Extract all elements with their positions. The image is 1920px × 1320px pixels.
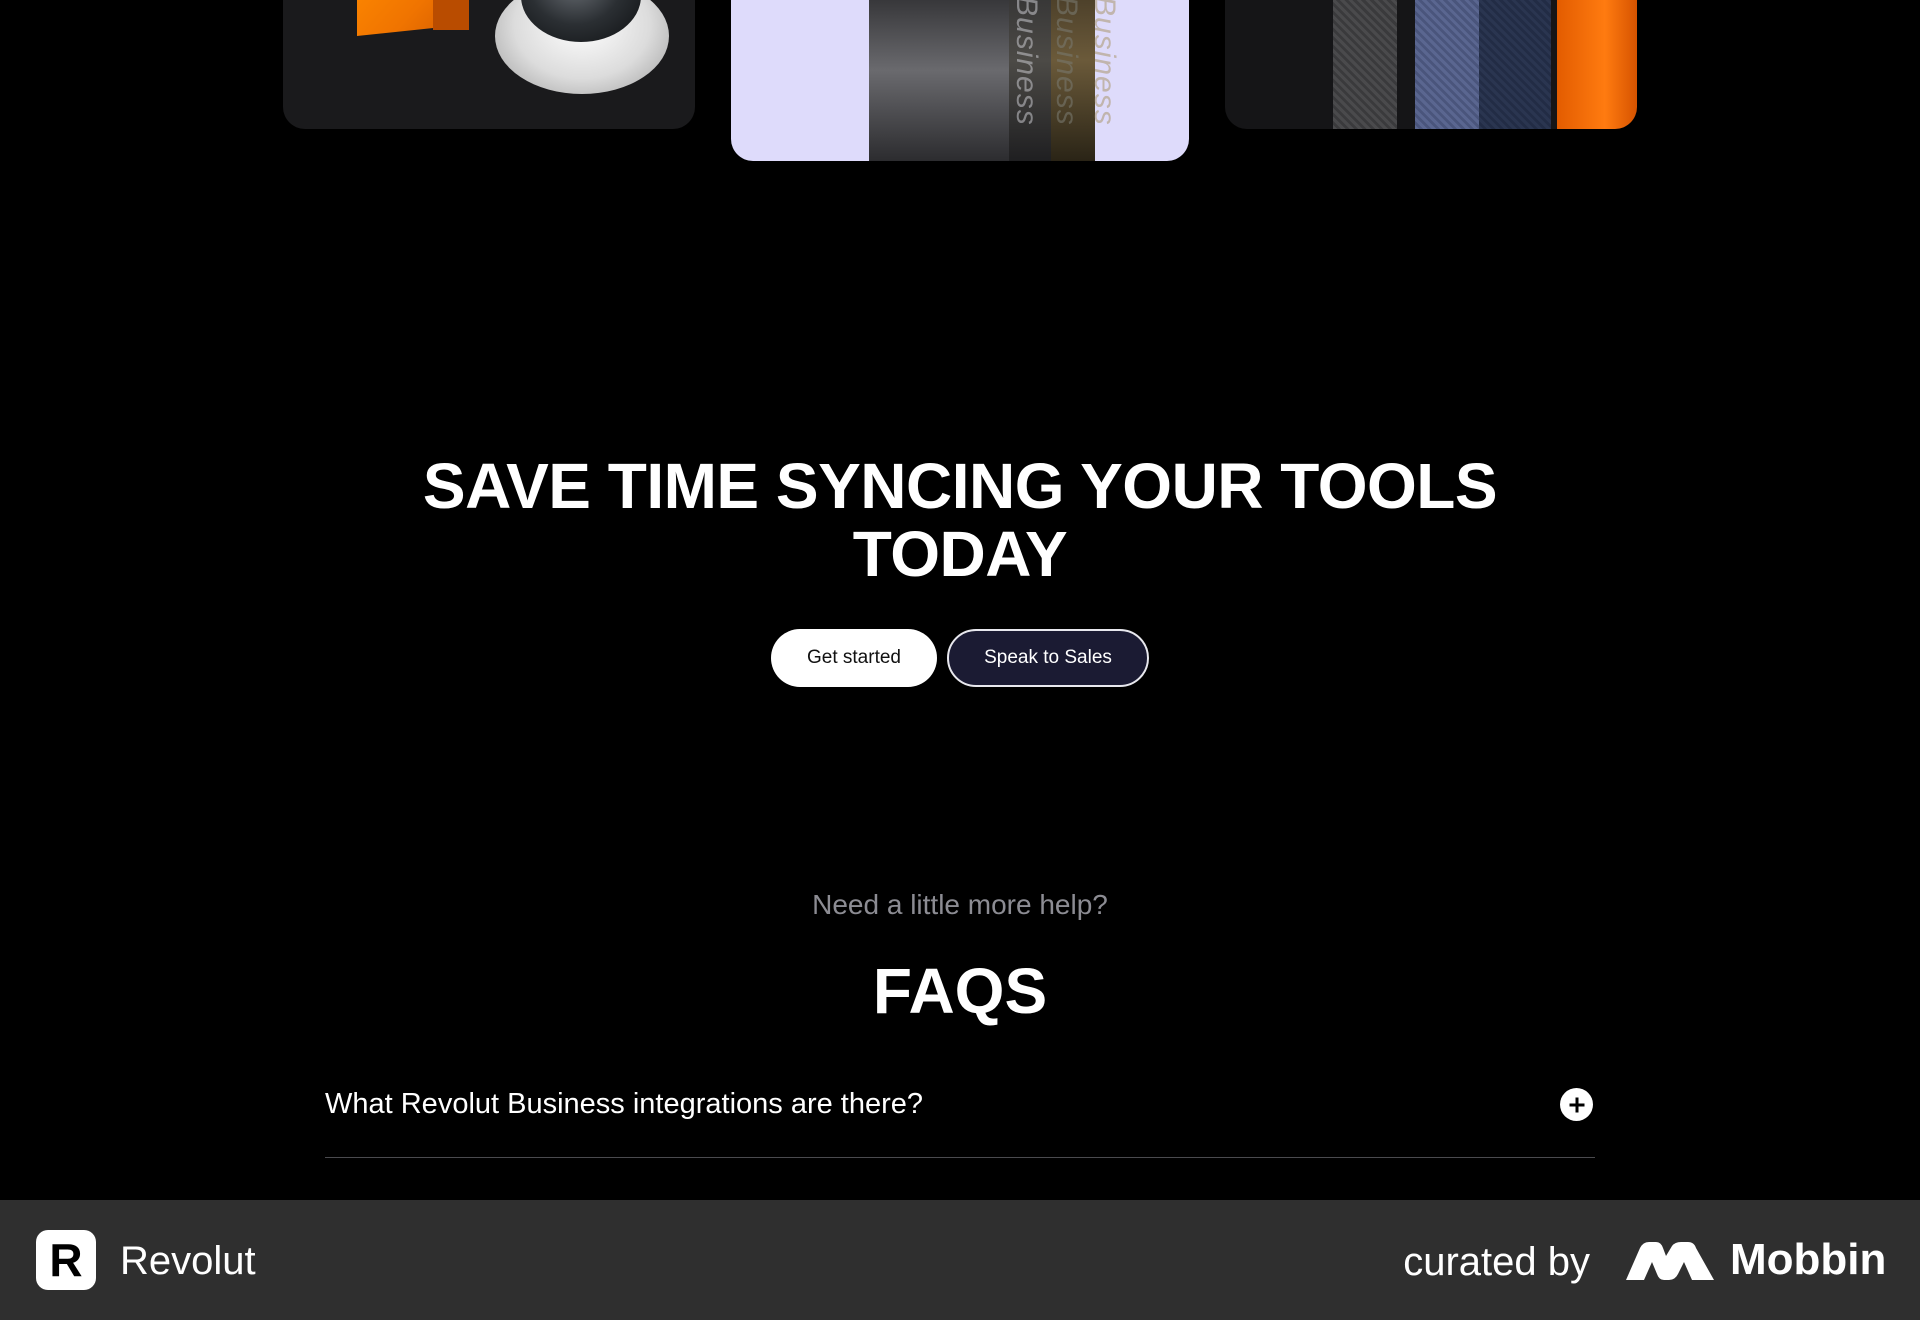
revolut-logo-glyph: R	[49, 1234, 83, 1286]
card-stripe-image	[1415, 0, 1479, 129]
mobbin-logo-icon	[1626, 1242, 1714, 1280]
card-pillar-image	[869, 0, 1009, 161]
speak-to-sales-button[interactable]: Speak to Sales	[947, 629, 1149, 687]
revolut-logo-icon: R	[36, 1230, 96, 1290]
get-started-button[interactable]: Get started	[771, 629, 937, 687]
card-brand-text: Business	[1010, 0, 1043, 126]
page: Business Business Business SAVE TIME SYN…	[0, 0, 1920, 1320]
card-brand-text: Business	[1088, 0, 1121, 126]
hero-title-line: SAVE TIME SYNCING YOUR TOOLS	[422, 450, 1498, 522]
brand-name: Revolut	[120, 1239, 256, 1283]
curated-by-label: curated by	[1403, 1240, 1590, 1284]
cta-button-row: Get started Speak to Sales	[0, 629, 1920, 687]
product-card-right	[1225, 0, 1637, 129]
card-stripe-image	[1333, 0, 1397, 129]
faq-eyebrow: Need a little more help?	[812, 889, 1108, 920]
card-brand-text: Business	[1050, 0, 1083, 126]
hero-title-line: TODAY	[852, 518, 1068, 590]
footer-bar: R Revolut curated by Mobbin	[0, 1200, 1920, 1320]
product-card-middle: Business Business Business	[731, 0, 1189, 161]
orange-cube-side-image	[433, 0, 469, 30]
faq-item[interactable]: What Revolut Business integrations are t…	[325, 1080, 1595, 1158]
product-card-left	[283, 0, 695, 129]
card-stripe-image	[1557, 0, 1637, 129]
faq-question: What Revolut Business integrations are t…	[325, 1088, 924, 1120]
hero-title: SAVE TIME SYNCING YOUR TOOLS TODAY	[0, 452, 1920, 588]
faq-title: FAQS	[872, 955, 1048, 1027]
plus-circle-icon[interactable]	[1560, 1088, 1593, 1121]
curator-name: Mobbin	[1730, 1235, 1887, 1284]
card-stripe-image	[1479, 0, 1551, 129]
